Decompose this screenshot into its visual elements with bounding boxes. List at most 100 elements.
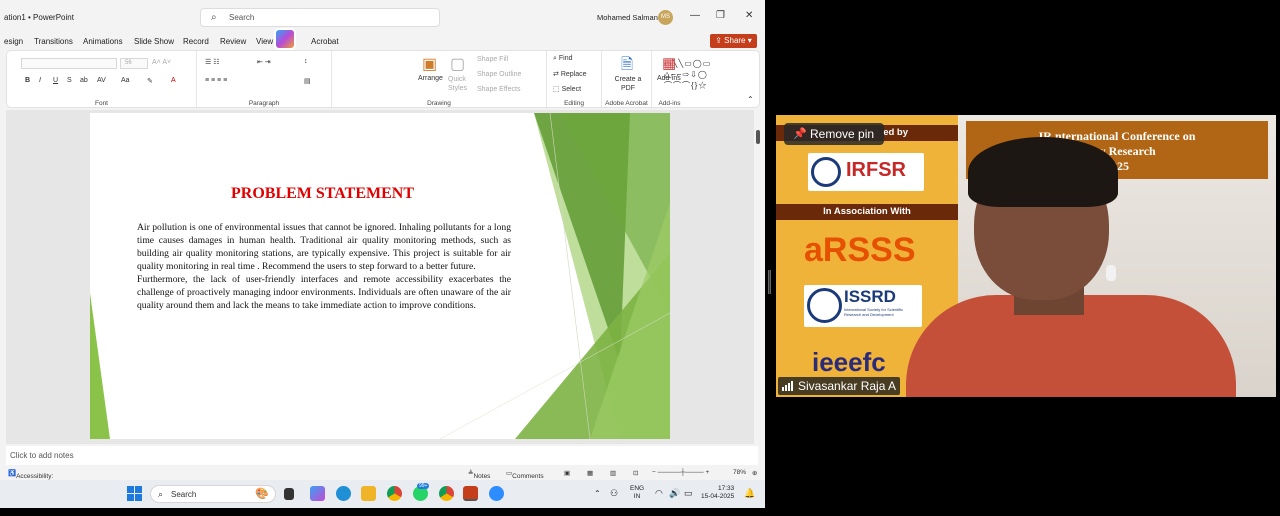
copilot-taskbar-icon[interactable] bbox=[310, 486, 325, 501]
tab-record[interactable]: Record bbox=[183, 37, 209, 46]
char-spacing-icon[interactable]: ab bbox=[80, 77, 88, 84]
accessibility-status[interactable]: ♿ Accessibility: Investigate bbox=[8, 469, 53, 487]
replace-button[interactable]: ⇄ Replace bbox=[553, 70, 587, 78]
tab-slide-show[interactable]: Slide Show bbox=[134, 37, 174, 46]
drawing-group: ▭╲╲▭◯▭ △⌐⌐⇨⇩◯ ⌒⌒⌒{}☆ ▣ Arrange ▢ Quick Sty… bbox=[332, 51, 710, 109]
taskbar-search-label: Search bbox=[171, 490, 197, 499]
notification-bell-icon[interactable]: 🔔 bbox=[744, 488, 755, 499]
shape-outline[interactable]: Shape Outline bbox=[477, 71, 521, 78]
collapse-ribbon-icon[interactable]: ⌃ bbox=[747, 95, 754, 104]
editing-group-label: Editing bbox=[564, 100, 584, 107]
tab-review[interactable]: Review bbox=[220, 37, 246, 46]
indent-icon[interactable]: ⇤ ⇥ bbox=[257, 58, 271, 66]
tray-app-icon[interactable]: ⚇ bbox=[610, 488, 618, 499]
change-case-icon[interactable]: Aa bbox=[121, 77, 130, 84]
line-spacing-icon[interactable]: ↕ bbox=[304, 58, 308, 65]
split-handle[interactable] bbox=[768, 270, 771, 294]
zoom-icon[interactable] bbox=[489, 486, 504, 501]
copilot-icon[interactable] bbox=[274, 28, 296, 50]
windows-start-icon[interactable] bbox=[127, 486, 142, 501]
slide-sorter-icon[interactable]: ▦ bbox=[587, 469, 593, 477]
italic-button[interactable]: I bbox=[39, 77, 41, 84]
slide-body[interactable]: Air pollution is one of environmental is… bbox=[137, 221, 511, 312]
share-button[interactable]: ⇪ Share ▾ bbox=[710, 34, 757, 48]
reading-view-icon[interactable]: ▥ bbox=[610, 469, 616, 477]
battery-icon[interactable]: ▭ bbox=[684, 488, 693, 499]
notes-label: Notes bbox=[473, 473, 491, 480]
align-icons[interactable]: ≡ ≡ ≡ ≡ bbox=[205, 77, 227, 84]
clock-time: 17:33 bbox=[717, 485, 735, 492]
participant-name-tag: Sivasankar Raja A bbox=[778, 377, 901, 395]
zoom-slider[interactable]: − ─────┼──── + bbox=[652, 469, 709, 476]
palette-icon: 🎨 bbox=[255, 488, 269, 500]
addins-icon[interactable]: ▦ bbox=[662, 54, 676, 72]
issrd-subtext: International Society for Scientific Res… bbox=[844, 307, 904, 317]
find-button[interactable]: ⌕ Find bbox=[553, 55, 573, 63]
wifi-icon[interactable]: ◠ bbox=[655, 488, 663, 499]
remove-pin-button[interactable]: 📌 Remove pin bbox=[784, 123, 884, 145]
scrollbar-thumb[interactable] bbox=[756, 130, 760, 144]
vertical-scrollbar[interactable] bbox=[754, 110, 762, 444]
task-view-icon[interactable] bbox=[284, 488, 294, 500]
arrange-label[interactable]: Arrange bbox=[418, 75, 443, 82]
chrome-icon[interactable] bbox=[387, 486, 402, 501]
slide[interactable]: PROBLEM STATEMENT Air pollution is one o… bbox=[90, 113, 670, 439]
tab-acrobat[interactable]: Acrobat bbox=[311, 37, 339, 46]
select-label: Select bbox=[561, 86, 582, 93]
tab-view[interactable]: View bbox=[256, 37, 273, 46]
edge-icon[interactable] bbox=[336, 486, 351, 501]
clock[interactable]: 17:33 15-04-2025 bbox=[701, 485, 734, 501]
font-family-select[interactable] bbox=[21, 58, 117, 69]
shape-fill[interactable]: Shape Fill bbox=[477, 56, 508, 63]
quick-styles-icon[interactable]: ▢ bbox=[450, 54, 465, 74]
underline-button[interactable]: U bbox=[53, 77, 58, 84]
addins-label[interactable]: Add-ins bbox=[657, 75, 681, 82]
taskbar: ⌕ Search 🎨 99+ ⌃ ⚇ ENG IN ◠ 🔊 ▭ 17:33 15… bbox=[0, 480, 765, 508]
slideshow-icon[interactable]: ⊡ bbox=[633, 469, 638, 477]
search-icon: ⌕ bbox=[158, 489, 164, 499]
close-icon[interactable]: ✕ bbox=[745, 10, 753, 21]
slide-title[interactable]: PROBLEM STATEMENT bbox=[90, 185, 555, 203]
font-color-icon[interactable]: A bbox=[171, 77, 176, 84]
tab-design[interactable]: esign bbox=[4, 37, 23, 46]
font-group-label: Font bbox=[94, 100, 108, 107]
chrome-profile-icon[interactable] bbox=[439, 486, 454, 501]
file-explorer-icon[interactable] bbox=[361, 486, 376, 501]
powerpoint-taskbar-icon[interactable] bbox=[463, 486, 478, 501]
person-hair bbox=[968, 137, 1118, 207]
notes-button[interactable]: ≜ Notes bbox=[468, 469, 490, 480]
arrange-icon[interactable]: ▣ bbox=[422, 54, 437, 74]
taskbar-search[interactable]: ⌕ Search 🎨 bbox=[150, 485, 276, 503]
minimize-icon[interactable]: — bbox=[690, 10, 700, 21]
bullets-icon[interactable]: ☰ ☷ bbox=[205, 58, 220, 66]
shape-effects[interactable]: Shape Effects bbox=[477, 86, 520, 93]
replace-label: Replace bbox=[560, 71, 587, 78]
highlight-icon[interactable]: ✎ bbox=[147, 77, 153, 85]
avatar[interactable]: MS bbox=[658, 10, 673, 25]
tab-animations[interactable]: Animations bbox=[83, 37, 123, 46]
tray-chevron-icon[interactable]: ⌃ bbox=[594, 489, 601, 498]
notes-pane[interactable]: Click to add notes bbox=[6, 446, 758, 465]
search-box[interactable]: ⌕ Search bbox=[200, 8, 440, 27]
issrd-text: ISSRD bbox=[844, 287, 896, 306]
language-indicator[interactable]: ENG IN bbox=[630, 485, 644, 501]
participant-video[interactable]: ed by IRFSR In Association With aRSSS IS… bbox=[776, 115, 1276, 397]
create-pdf-label[interactable]: Create a PDF bbox=[612, 75, 644, 93]
bold-button[interactable]: B bbox=[25, 77, 30, 84]
restore-icon[interactable]: ❐ bbox=[716, 10, 725, 21]
user-name[interactable]: Mohamed Salman bbox=[597, 13, 658, 22]
ribbon-tabs: esign Transitions Animations Slide Show … bbox=[0, 34, 765, 50]
fit-slide-icon[interactable]: ⊕ bbox=[752, 469, 757, 477]
tab-transitions[interactable]: Transitions bbox=[34, 37, 73, 46]
quick-styles-label[interactable]: Quick Styles bbox=[448, 75, 474, 93]
comments-button[interactable]: ▭ Comments bbox=[506, 469, 544, 480]
select-button[interactable]: ⬚ Select bbox=[553, 85, 581, 93]
zoom-level[interactable]: 78% bbox=[733, 469, 746, 476]
font-size-select[interactable]: 56 bbox=[120, 58, 148, 69]
normal-view-icon[interactable]: ▣ bbox=[564, 469, 570, 477]
spacing-icon[interactable]: AV bbox=[97, 77, 106, 84]
strikethrough-button[interactable]: S bbox=[67, 77, 72, 84]
grow-font-icon[interactable]: A˄ A˅ bbox=[152, 59, 171, 66]
volume-icon[interactable]: 🔊 bbox=[669, 488, 680, 499]
columns-icon[interactable]: ▤ bbox=[304, 77, 311, 85]
